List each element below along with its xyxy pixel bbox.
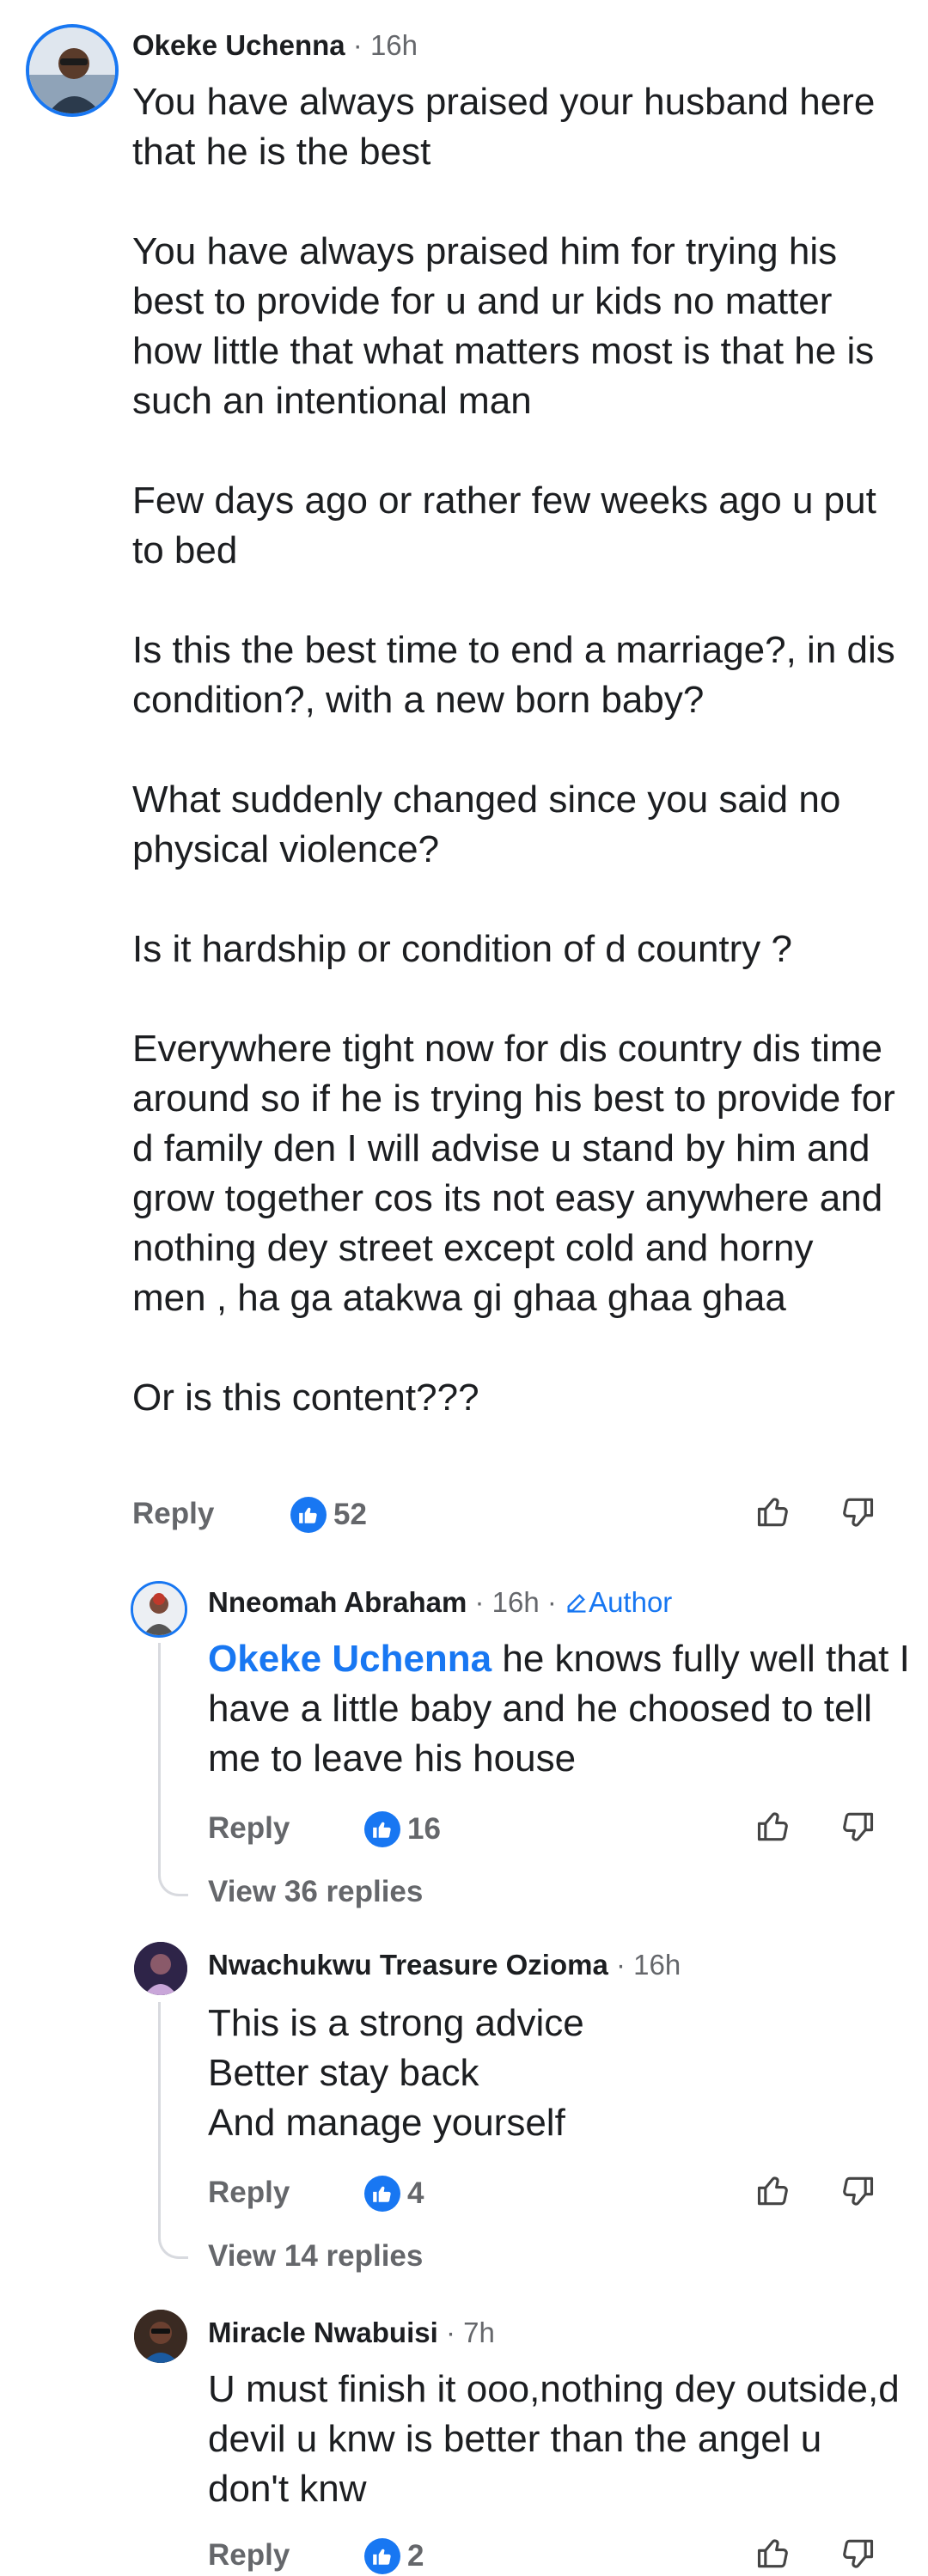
reply-button[interactable]: Reply	[208, 2176, 290, 2210]
reply-button[interactable]: Reply	[132, 1497, 214, 1531]
thumbs-up-badge-icon	[290, 1497, 327, 1533]
thumbs-up-icon[interactable]	[754, 1493, 792, 1531]
comment-paragraph: Few days ago or rather few weeks ago u p…	[132, 479, 876, 571]
comment-time: · 16h ·	[474, 1586, 557, 1618]
reply-button[interactable]: Reply	[208, 1811, 290, 1846]
comment-time: · 16h	[616, 1949, 681, 1981]
thread-line	[158, 2002, 188, 2259]
thumbs-down-icon[interactable]	[839, 2172, 876, 2210]
thumbs-up-icon[interactable]	[754, 1808, 792, 1846]
comment-body: You have always praised your husband her…	[132, 77, 897, 1423]
like-count: 2	[364, 2538, 424, 2574]
comment-author[interactable]: Miracle Nwabuisi · 7h	[208, 2317, 495, 2349]
comment-author[interactable]: Nwachukwu Treasure Ozioma · 16h	[208, 1949, 681, 1981]
comment-paragraph: You have always praised him for trying h…	[132, 230, 875, 422]
comment-body: Okeke Uchenna he knows fully well that I…	[208, 1638, 910, 1779]
avatar[interactable]	[131, 1581, 187, 1638]
comment-line: Better stay back	[208, 2052, 479, 2094]
author-badge: Author	[565, 1586, 672, 1618]
comment-line: And manage yourself	[208, 2102, 565, 2144]
avatar-photo	[29, 27, 115, 113]
thread-line	[158, 1643, 188, 1896]
comment-paragraph: Everywhere tight now for dis country dis…	[132, 1028, 895, 1319]
avatar[interactable]	[134, 2310, 187, 2363]
avatar-photo	[134, 1942, 187, 1995]
thumbs-up-icon[interactable]	[754, 2535, 792, 2573]
thumbs-down-icon[interactable]	[839, 1808, 876, 1846]
avatar[interactable]	[134, 1942, 187, 1995]
pencil-icon	[567, 1594, 586, 1613]
comment-paragraph: Is this the best time to end a marriage?…	[132, 629, 895, 721]
thumbs-up-badge-icon	[364, 2176, 400, 2212]
thumbs-up-icon[interactable]	[754, 2172, 792, 2210]
thumbs-up-badge-icon	[364, 1811, 400, 1847]
thumbs-up-badge-icon	[364, 2538, 400, 2574]
thumbs-down-icon[interactable]	[839, 1493, 876, 1531]
avatar-photo	[134, 2310, 187, 2363]
like-count: 52	[290, 1497, 367, 1533]
comment-line: This is a strong advice	[208, 2002, 584, 2044]
avatar-photo	[133, 1584, 185, 1635]
comment-body: This is a strong advice Better stay back…	[208, 1999, 913, 2148]
comment-paragraph: What suddenly changed since you said no …	[132, 778, 841, 870]
mention-link[interactable]: Okeke Uchenna	[208, 1638, 491, 1680]
like-count: 4	[364, 2176, 424, 2212]
comment-paragraph: Or is this content???	[132, 1377, 479, 1419]
comment-time: · 16h	[352, 29, 418, 61]
comment-author[interactable]: Nneomah Abraham · 16h · Author	[208, 1586, 672, 1619]
comment-author[interactable]: Okeke Uchenna · 16h	[132, 29, 418, 62]
view-replies-link[interactable]: View 36 replies	[208, 1875, 423, 1909]
thumbs-down-icon[interactable]	[839, 2535, 876, 2573]
comment-time: · 7h	[445, 2317, 495, 2348]
comment-paragraph: You have always praised your husband her…	[132, 81, 876, 173]
comment-paragraph: Is it hardship or condition of d country…	[132, 928, 792, 970]
comment-body: U must finish it ooo,nothing dey outside…	[208, 2368, 900, 2510]
view-replies-link[interactable]: View 14 replies	[208, 2239, 423, 2274]
reply-button[interactable]: Reply	[208, 2538, 290, 2573]
like-count: 16	[364, 1811, 441, 1847]
avatar[interactable]	[26, 24, 119, 117]
